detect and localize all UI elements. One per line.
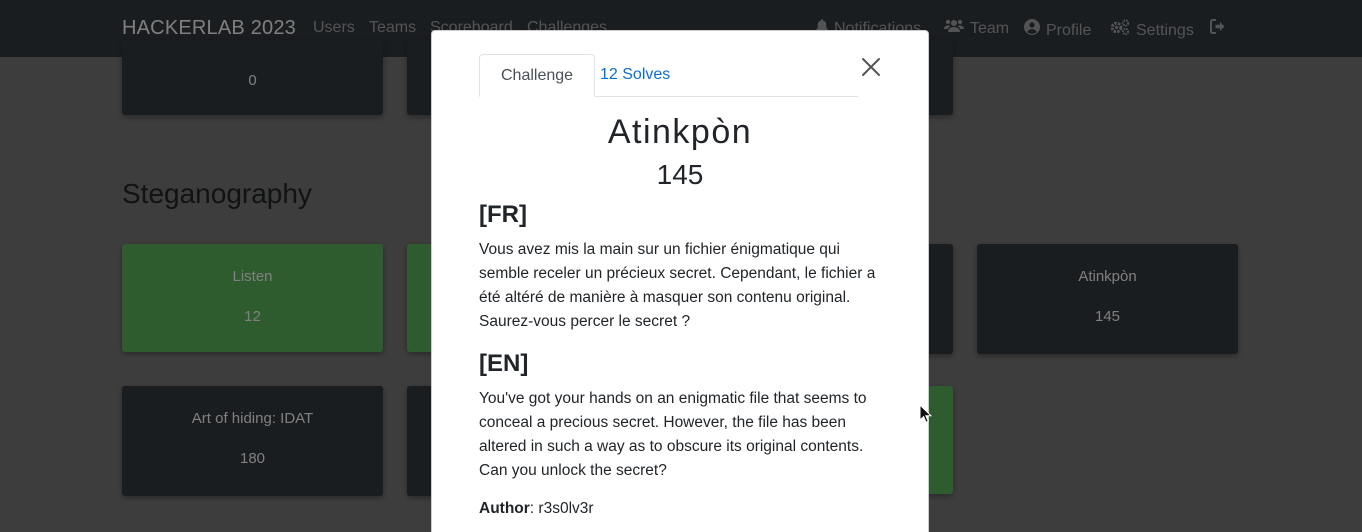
close-icon (862, 58, 880, 76)
tab-challenge[interactable]: Challenge (479, 54, 596, 97)
mouse-cursor-icon (919, 403, 933, 429)
challenge-modal: Challenge 12 Solves Atinkpòn 145 [FR] Vo… (431, 30, 929, 532)
en-heading: [EN] (479, 350, 529, 377)
author-line: Author: r3s0lv3r (479, 500, 594, 517)
en-description: You've got your hands on an enigmatic fi… (479, 390, 867, 479)
close-button[interactable] (859, 55, 883, 79)
author-label: Author (479, 500, 530, 517)
challenge-value: 145 (656, 159, 704, 190)
fr-heading: [FR] (479, 201, 527, 228)
author-name: r3s0lv3r (538, 500, 594, 517)
modal-tabs: Challenge 12 Solves (479, 54, 858, 97)
fr-description: Vous avez mis la main sur un fichier éni… (479, 241, 876, 330)
challenge-name: Atinkpòn (607, 113, 753, 151)
tab-solves[interactable]: 12 Solves (579, 54, 691, 97)
